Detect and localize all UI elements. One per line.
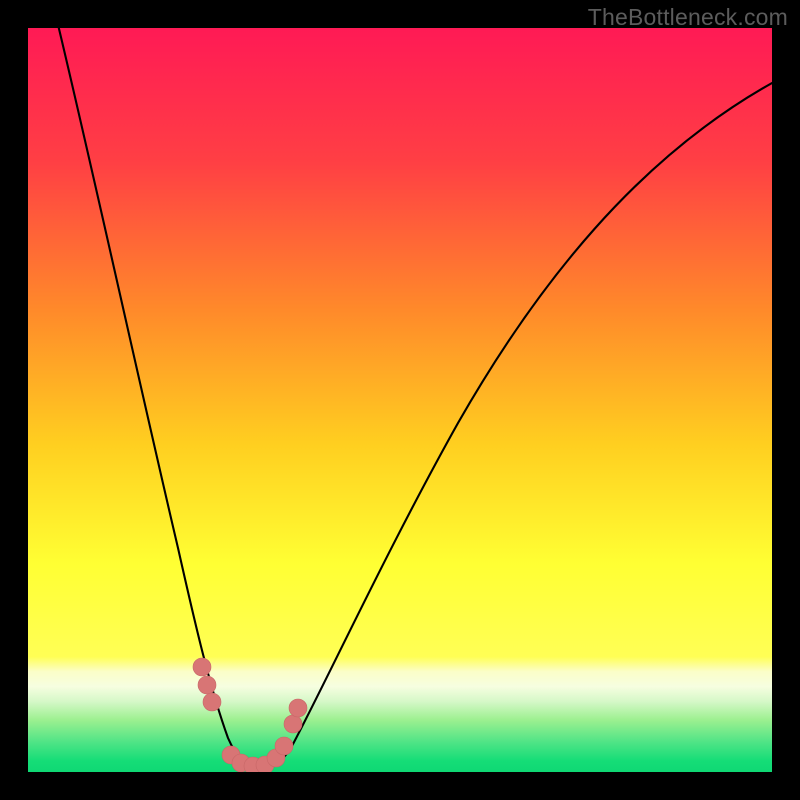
marker-dot	[275, 737, 293, 755]
marker-dot	[193, 658, 211, 676]
marker-dot	[289, 699, 307, 717]
marker-dot	[198, 676, 216, 694]
watermark-text: TheBottleneck.com	[588, 4, 788, 31]
outer-frame: TheBottleneck.com	[0, 0, 800, 800]
plot-area	[28, 28, 772, 772]
marker-dot	[284, 715, 302, 733]
marker-group	[193, 658, 307, 772]
bottleneck-curve	[28, 28, 772, 772]
curve-path	[54, 28, 772, 768]
marker-dot	[203, 693, 221, 711]
